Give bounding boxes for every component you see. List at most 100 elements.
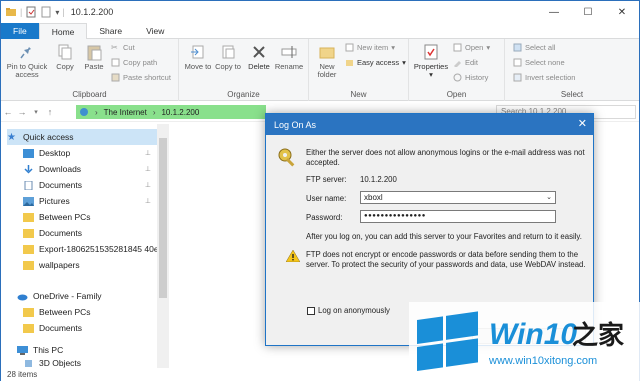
close-button[interactable]: ✕ bbox=[605, 1, 639, 23]
tab-home[interactable]: Home bbox=[38, 23, 88, 40]
password-label: Password: bbox=[306, 213, 343, 222]
nav-export-folder[interactable]: Export-1806251535281845 40ea885 bbox=[23, 241, 157, 257]
cloud-icon bbox=[17, 294, 28, 300]
nav-between-pcs[interactable]: Between PCs bbox=[23, 209, 91, 225]
new-group: New folder New item ▾ Easy access ▾ New bbox=[309, 39, 409, 101]
download-icon bbox=[24, 164, 33, 174]
paste-shortcut-icon bbox=[111, 73, 120, 82]
breadcrumb[interactable]: › The Internet › 10.1.2.200 bbox=[76, 105, 266, 119]
cut-button[interactable]: ✂ Cut bbox=[111, 43, 135, 52]
folder-icon bbox=[23, 260, 34, 270]
nav-onedrive-family[interactable]: OneDrive - Family bbox=[17, 288, 101, 304]
organize-group: Move to Copy to Delete Rename Organize bbox=[179, 39, 309, 101]
move-to-button[interactable]: Move to bbox=[183, 43, 213, 71]
copy-to-icon bbox=[222, 45, 235, 59]
recent-chevron-icon[interactable]: ▾ bbox=[29, 108, 43, 116]
scissors-icon: ✂ bbox=[111, 43, 118, 52]
easy-access-icon bbox=[346, 60, 353, 66]
clipboard-group: Pin to Quick access Copy Paste ✂ Cut Cop… bbox=[1, 39, 179, 101]
copy-path-button[interactable]: Copy path bbox=[111, 58, 157, 67]
ftp-server-label: FTP server: bbox=[306, 175, 347, 184]
nav-downloads[interactable]: Downloads ⊥ bbox=[23, 161, 157, 177]
nav-onedrive-between-pcs[interactable]: Between PCs bbox=[23, 304, 91, 320]
nav-wallpapers[interactable]: wallpapers bbox=[23, 257, 80, 273]
edit-icon bbox=[454, 61, 461, 67]
organize-label: Organize bbox=[227, 90, 260, 99]
pin-quick-access-button[interactable]: Pin to Quick access bbox=[5, 43, 49, 79]
customize-qa-icon[interactable]: ▾ bbox=[55, 8, 59, 17]
invert-selection-icon bbox=[513, 73, 522, 82]
easy-access-button[interactable]: Easy access ▾ bbox=[345, 58, 406, 67]
paste-shortcut-button[interactable]: Paste shortcut bbox=[111, 73, 171, 82]
new-folder-button[interactable]: New folder bbox=[313, 43, 341, 79]
new-item-icon bbox=[345, 43, 354, 52]
checkbox-box[interactable] bbox=[307, 306, 315, 315]
history-button[interactable]: History bbox=[453, 73, 488, 82]
new-folder-icon[interactable] bbox=[40, 6, 52, 18]
nav-documents[interactable]: Documents ⊥ bbox=[23, 177, 157, 193]
dialog-message: Either the server does not allow anonymo… bbox=[306, 148, 585, 167]
key-icon bbox=[278, 148, 295, 167]
edit-button[interactable]: Edit bbox=[453, 58, 478, 67]
tab-share[interactable]: Share bbox=[87, 23, 134, 39]
history-icon bbox=[453, 73, 462, 82]
copy-to-button[interactable]: Copy to bbox=[213, 43, 243, 71]
dialog-close-button[interactable]: ✕ bbox=[578, 117, 587, 130]
explorer-window: | ▾ | 10.1.2.200 — ☐ ✕ File Home Share V… bbox=[0, 0, 640, 382]
folder-app-icon bbox=[6, 8, 16, 16]
brand-suffix-text: 之家 bbox=[572, 320, 624, 351]
nav-scrollbar[interactable] bbox=[157, 124, 169, 368]
rename-button[interactable]: Rename bbox=[273, 43, 305, 71]
copy-button[interactable]: Copy bbox=[53, 43, 77, 71]
nav-scrollbar-thumb[interactable] bbox=[159, 138, 167, 298]
security-warning: FTP does not encrypt or encode passwords… bbox=[306, 250, 586, 269]
dialog-title: Log On As bbox=[274, 119, 317, 130]
cube-icon bbox=[25, 359, 32, 367]
folder-icon bbox=[23, 244, 34, 254]
clipboard-label: Clipboard bbox=[72, 90, 107, 99]
properties-icon[interactable] bbox=[25, 6, 37, 18]
maximize-button[interactable]: ☐ bbox=[571, 1, 605, 23]
user-name-combobox[interactable]: xboxl ⌄ bbox=[360, 191, 556, 204]
nav-3d-objects[interactable]: 3D Objects bbox=[23, 358, 81, 368]
chevron-down-icon[interactable]: ⌄ bbox=[546, 192, 552, 203]
up-arrow-icon[interactable]: ↑ bbox=[43, 107, 57, 117]
open-icon bbox=[453, 43, 462, 52]
paste-button[interactable]: Paste bbox=[81, 43, 107, 71]
delete-icon bbox=[253, 46, 265, 58]
move-to-icon bbox=[191, 45, 204, 59]
picture-icon bbox=[23, 196, 34, 206]
desktop-folder-icon bbox=[23, 148, 34, 158]
delete-button[interactable]: Delete bbox=[245, 43, 273, 71]
log-on-anonymously-label: Log on anonymously bbox=[318, 306, 390, 315]
user-name-value: xboxl bbox=[364, 193, 383, 202]
log-on-anonymously-checkbox[interactable]: Log on anonymously bbox=[307, 306, 390, 315]
ribbon: Pin to Quick access Copy Paste ✂ Cut Cop… bbox=[1, 39, 639, 101]
select-all-icon bbox=[513, 43, 522, 52]
copy-icon bbox=[58, 44, 72, 60]
tab-file[interactable]: File bbox=[1, 23, 39, 39]
breadcrumb-internet[interactable]: The Internet bbox=[104, 108, 147, 117]
back-arrow-icon[interactable]: ← bbox=[1, 107, 15, 117]
nav-documents-2[interactable]: Documents bbox=[23, 225, 82, 241]
nav-this-pc[interactable]: This PC bbox=[17, 342, 63, 358]
select-all-button[interactable]: Select all bbox=[513, 43, 555, 52]
nav-onedrive-documents[interactable]: Documents bbox=[23, 320, 82, 336]
nav-desktop[interactable]: Desktop ⊥ bbox=[23, 145, 157, 161]
forward-arrow-icon[interactable]: → bbox=[15, 107, 29, 117]
pc-icon bbox=[17, 345, 28, 355]
favorites-note: After you log on, you can add this serve… bbox=[306, 232, 582, 241]
rename-icon bbox=[281, 46, 297, 58]
select-none-button[interactable]: Select none bbox=[513, 58, 565, 67]
nav-pictures[interactable]: Pictures ⊥ bbox=[23, 193, 157, 209]
warning-icon bbox=[286, 250, 300, 262]
minimize-button[interactable]: — bbox=[537, 1, 571, 23]
nav-quick-access[interactable]: ★ Quick access bbox=[7, 129, 157, 145]
new-item-button[interactable]: New item ▾ bbox=[345, 43, 395, 52]
properties-button[interactable]: Properties ▾ bbox=[411, 43, 451, 79]
open-button[interactable]: Open ▾ bbox=[453, 43, 490, 52]
invert-selection-button[interactable]: Invert selection bbox=[513, 73, 575, 82]
tab-view[interactable]: View bbox=[134, 23, 176, 39]
password-field[interactable]: ●●●●●●●●●●●●●●● bbox=[360, 210, 556, 223]
breadcrumb-server[interactable]: 10.1.2.200 bbox=[161, 108, 199, 117]
